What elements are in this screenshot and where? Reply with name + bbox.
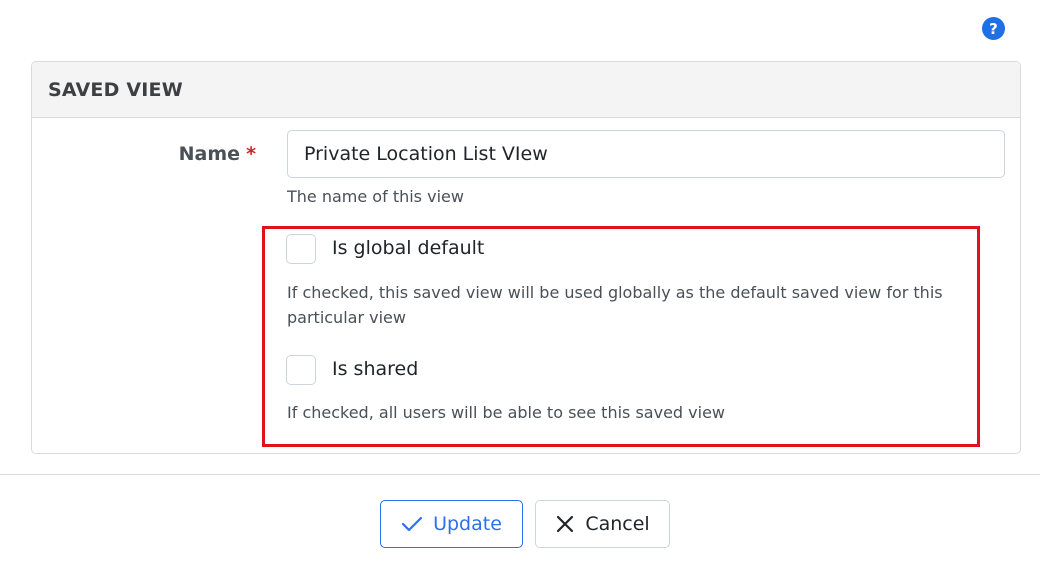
shared-checkbox[interactable] xyxy=(286,355,316,385)
shared-label[interactable]: Is shared xyxy=(332,358,418,380)
card-header: SAVED VIEW xyxy=(32,62,1020,118)
name-label-text: Name xyxy=(178,143,241,165)
global-default-checkbox[interactable] xyxy=(286,234,316,264)
close-icon xyxy=(557,515,574,533)
cancel-button[interactable]: Cancel xyxy=(535,500,670,548)
global-default-label[interactable]: Is global default xyxy=(332,237,484,259)
shared-help-text: If checked, all users will be able to se… xyxy=(287,403,725,422)
cancel-button-label: Cancel xyxy=(585,513,650,535)
required-marker: * xyxy=(246,143,256,165)
footer-divider xyxy=(0,474,1040,475)
check-icon xyxy=(401,516,423,532)
card-title: SAVED VIEW xyxy=(48,78,183,101)
update-button[interactable]: Update xyxy=(380,500,523,548)
help-icon[interactable]: ? xyxy=(982,17,1005,40)
name-label: Name * xyxy=(120,143,256,165)
name-input[interactable] xyxy=(287,130,1005,178)
name-help-text: The name of this view xyxy=(287,187,464,206)
update-button-label: Update xyxy=(433,513,502,535)
global-default-help-text: If checked, this saved view will be used… xyxy=(287,283,943,327)
